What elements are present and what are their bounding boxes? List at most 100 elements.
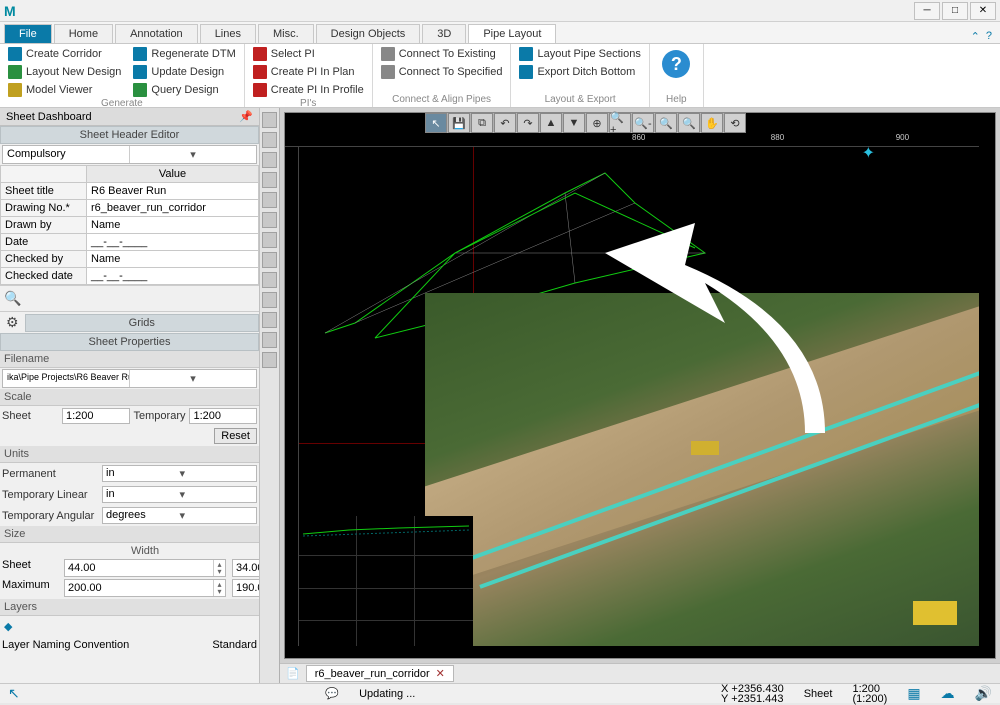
size-label: Size	[0, 526, 259, 543]
connect-existing-button[interactable]: Connect To Existing	[379, 46, 505, 62]
vtool-icon[interactable]	[262, 272, 277, 288]
sheet-header-editor-header[interactable]: Sheet Header Editor	[0, 126, 259, 144]
filename-field[interactable]: ika\Pipe Projects\R6 Beaver Run\r6_beave…	[2, 369, 257, 388]
tab-design-objects[interactable]: Design Objects	[316, 24, 421, 43]
zoom-window-icon[interactable]: 🔍	[655, 113, 677, 133]
create-corridor-button[interactable]: Create Corridor	[6, 46, 123, 62]
pan-icon[interactable]: ✋	[701, 113, 723, 133]
chat-icon[interactable]: 💬	[325, 687, 339, 700]
close-tab-icon[interactable]: ✕	[436, 667, 445, 680]
help-button[interactable]: ?	[662, 50, 690, 78]
grids-header[interactable]: Grids	[25, 314, 259, 332]
vtool-icon[interactable]	[262, 232, 277, 248]
viewport-toolbar: ↖ 💾 ⧉ ↶ ↷ ▲ ▼ ⊕ 🔍+ 🔍- 🔍 🔍 ✋ ⟲	[425, 113, 746, 133]
gear-icon[interactable]: ⚙	[0, 312, 25, 333]
document-tab[interactable]: r6_beaver_run_corridor✕	[306, 665, 454, 682]
tab-lines[interactable]: Lines	[200, 24, 256, 43]
copy-icon[interactable]: ⧉	[471, 113, 493, 133]
viewport[interactable]: ↖ 💾 ⧉ ↶ ↷ ▲ ▼ ⊕ 🔍+ 🔍- 🔍 🔍 ✋ ⟲ 860	[284, 112, 996, 659]
tab-file[interactable]: File	[4, 24, 52, 43]
temp-linear-select[interactable]: in▾	[102, 486, 257, 503]
minimize-button[interactable]: ─	[914, 2, 940, 20]
zoom-out-icon[interactable]: 🔍-	[632, 113, 654, 133]
search-icon[interactable]: 🔍	[4, 290, 21, 307]
ribbon-group-layout: Layout & Export	[517, 94, 642, 105]
close-button[interactable]: ✕	[970, 2, 996, 20]
vtool-icon[interactable]	[262, 172, 277, 188]
temp-angular-select[interactable]: degrees▾	[102, 507, 257, 524]
canvas-area: ↖ 💾 ⧉ ↶ ↷ ▲ ▼ ⊕ 🔍+ 🔍- 🔍 🔍 ✋ ⟲ 860	[260, 108, 1000, 683]
layers-label: Layers	[0, 599, 259, 616]
vtool-icon[interactable]	[262, 352, 277, 368]
ribbon-tabs: File Home Annotation Lines Misc. Design …	[0, 22, 1000, 44]
vtool-icon[interactable]	[262, 252, 277, 268]
sound-icon[interactable]: 🔊	[975, 685, 992, 702]
vtool-icon[interactable]	[262, 212, 277, 228]
zoom-prev-icon[interactable]: 🔍	[678, 113, 700, 133]
zoom-in-icon[interactable]: 🔍+	[609, 113, 631, 133]
collapse-ribbon-icon[interactable]: ⌃	[971, 30, 980, 43]
vtool-icon[interactable]	[262, 152, 277, 168]
vtool-icon[interactable]	[262, 292, 277, 308]
export-ditch-bottom-button[interactable]: Export Ditch Bottom	[517, 64, 642, 80]
permanent-units-select[interactable]: in▾	[102, 465, 257, 482]
vtool-icon[interactable]	[262, 112, 277, 128]
sheet-mode[interactable]: Sheet	[804, 688, 833, 700]
save-icon[interactable]: 💾	[448, 113, 470, 133]
ruler-vertical	[285, 147, 299, 646]
undo-icon[interactable]: ↶	[494, 113, 516, 133]
layers-icon[interactable]: ◆	[4, 621, 12, 633]
model-viewer-button[interactable]: Model Viewer	[6, 82, 123, 98]
select-pi-button[interactable]: Select PI	[251, 46, 366, 62]
compass-icon: ✦	[862, 143, 875, 163]
table-row: Drawn byName	[1, 217, 259, 234]
connect-specified-button[interactable]: Connect To Specified	[379, 64, 505, 80]
table-row: Drawing No.*r6_beaver_run_corridor	[1, 200, 259, 217]
tab-pipe-layout[interactable]: Pipe Layout	[468, 24, 556, 43]
cursor-status-icon[interactable]: ↖	[8, 685, 20, 702]
table-row: Date__-__-____	[1, 234, 259, 251]
tab-annotation[interactable]: Annotation	[115, 24, 198, 43]
rotate-icon[interactable]: ⟲	[724, 113, 746, 133]
sheet-width-input[interactable]: ▴▾	[64, 559, 226, 577]
reset-button[interactable]: Reset	[214, 428, 257, 444]
sheet-scale-input[interactable]	[62, 408, 130, 424]
layout-pipe-sections-button[interactable]: Layout Pipe Sections	[517, 46, 642, 62]
aerial-photo	[425, 293, 979, 646]
grid-icon[interactable]: ▦	[907, 685, 920, 702]
create-pi-plan-button[interactable]: Create PI In Plan	[251, 64, 366, 80]
create-pi-profile-button[interactable]: Create PI In Profile	[251, 82, 366, 98]
zoom-extents-icon[interactable]: ⊕	[586, 113, 608, 133]
tab-home[interactable]: Home	[54, 24, 113, 43]
vtool-icon[interactable]	[262, 312, 277, 328]
query-design-button[interactable]: Query Design	[131, 82, 237, 98]
vtool-icon[interactable]	[262, 332, 277, 348]
profile-view	[299, 516, 473, 646]
window-titlebar: M ─ □ ✕	[0, 0, 1000, 22]
max-width-input[interactable]: ▴▾	[64, 579, 226, 597]
max-height-input[interactable]: ▴▾	[232, 579, 260, 597]
vtool-icon[interactable]	[262, 132, 277, 148]
tab-3d[interactable]: 3D	[422, 24, 466, 43]
app-logo: M	[4, 3, 16, 19]
regenerate-dtm-button[interactable]: Regenerate DTM	[131, 46, 237, 62]
layout-new-design-button[interactable]: Layout New Design	[6, 64, 123, 80]
redo-icon[interactable]: ↷	[517, 113, 539, 133]
tab-misc[interactable]: Misc.	[258, 24, 314, 43]
excavator-icon	[913, 601, 957, 625]
cursor-icon[interactable]: ↖	[425, 113, 447, 133]
pin-icon[interactable]: 📌	[239, 110, 253, 123]
vtool-icon[interactable]	[262, 192, 277, 208]
update-design-button[interactable]: Update Design	[131, 64, 237, 80]
up-icon[interactable]: ▲	[540, 113, 562, 133]
sheet-height-input[interactable]: ▴▾	[232, 559, 260, 577]
cloud-icon[interactable]: ☁	[941, 685, 955, 702]
temp-scale-input[interactable]	[189, 408, 257, 424]
filename-label: Filename	[0, 351, 259, 368]
maximize-button[interactable]: □	[942, 2, 968, 20]
help-ribbon-icon[interactable]: ?	[986, 30, 992, 43]
ribbon-group-help: Help	[656, 94, 697, 105]
down-icon[interactable]: ▼	[563, 113, 585, 133]
sheet-properties-header[interactable]: Sheet Properties	[0, 333, 259, 351]
compulsory-dropdown[interactable]: Compulsory▾	[2, 145, 257, 164]
